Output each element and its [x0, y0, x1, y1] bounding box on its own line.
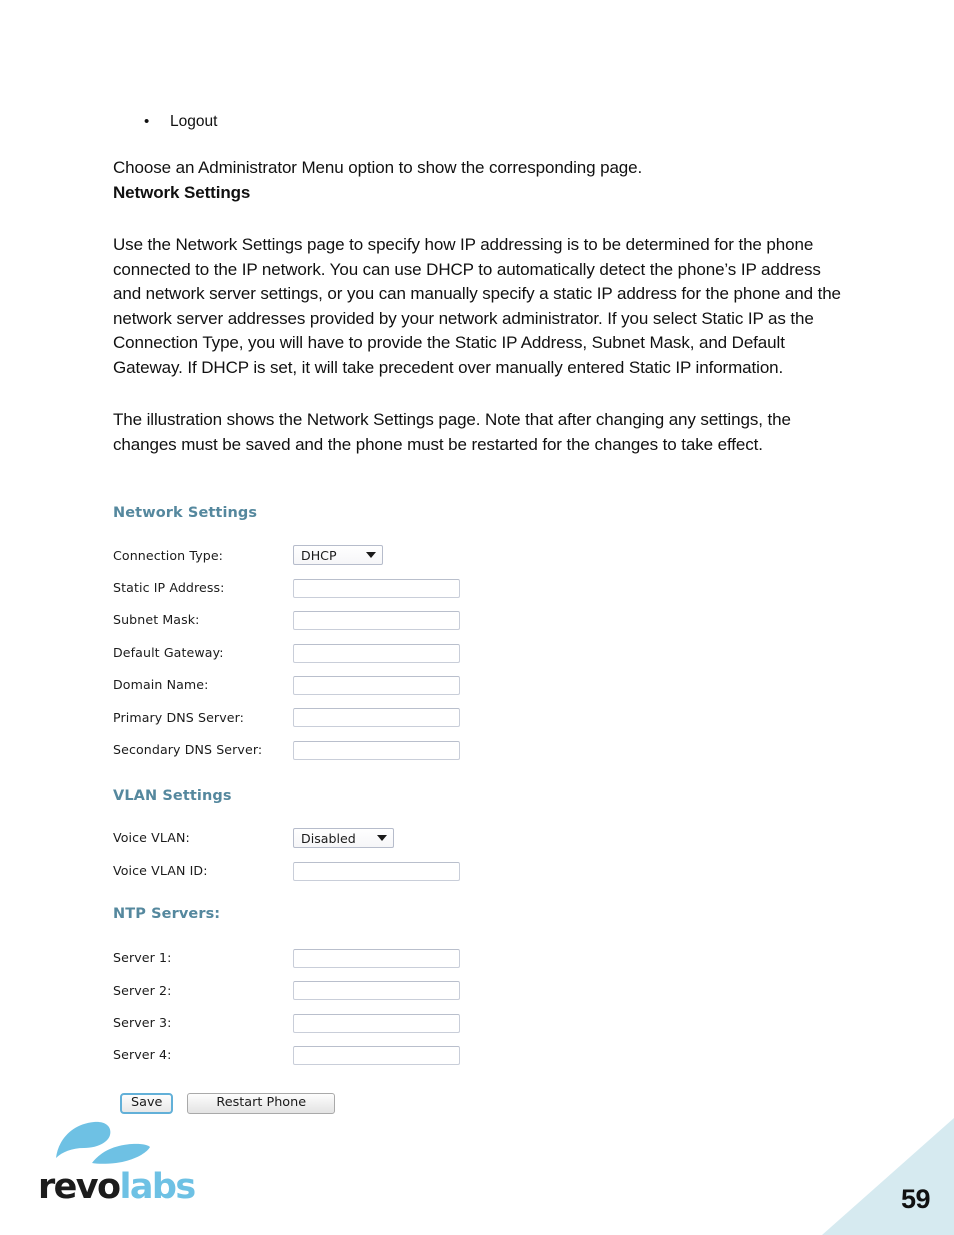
connection-type-value: DHCP [301, 547, 337, 563]
secondary-dns-server-field [293, 739, 513, 760]
ntp-server-1-label: Server 1: [113, 950, 172, 966]
bullet-dot-icon: • [144, 113, 150, 130]
default-gateway-label: Default Gateway: [113, 644, 224, 660]
secondary-dns-server-label: Secondary DNS Server: [113, 742, 263, 758]
form-row-connection-type: Connection Type: DHCP [113, 539, 513, 571]
static-ip-address-field [293, 577, 513, 598]
revolabs-wordmark: revolabs [38, 1167, 196, 1207]
body-paragraph-1: Use the Network Settings page to specify… [113, 235, 841, 377]
document-text-block: • Logout Choose an Administrator Menu op… [113, 0, 853, 457]
network-settings-screenshot: Network Settings Connection Type: DHCP S… [113, 505, 513, 1115]
default-gateway-field [293, 642, 513, 663]
intro-paragraph: Choose an Administrator Menu option to s… [113, 158, 643, 177]
ntp-server-3-input[interactable] [293, 1013, 460, 1033]
restart-phone-button[interactable]: Restart Phone [187, 1093, 336, 1115]
connection-type-select[interactable]: DHCP [293, 545, 383, 566]
network-settings-heading: Network Settings [113, 505, 258, 521]
default-gateway-input[interactable] [293, 643, 460, 663]
bullet-list: • Logout [113, 112, 853, 132]
domain-name-label: Domain Name: [113, 677, 209, 693]
ntp-server-1-field [293, 947, 513, 968]
ntp-server-2-input[interactable] [293, 981, 460, 1001]
form-row-subnet-mask: Subnet Mask: [113, 604, 513, 636]
form-row-voice-vlan: Voice VLAN: Disabled [113, 822, 513, 854]
body-paragraph-2: The illustration shows the Network Setti… [113, 410, 791, 454]
form-row-static-ip-address: Static IP Address: [113, 571, 513, 603]
primary-dns-server-label: Primary DNS Server: [113, 709, 245, 725]
logo-text-revo: revo [38, 1167, 121, 1207]
ntp-server-4-field [293, 1045, 513, 1066]
domain-name-field [293, 675, 513, 695]
form-row-ntp-server-2: Server 2: [113, 974, 513, 1006]
form-row-ntp-server-3: Server 3: [113, 1006, 513, 1038]
primary-dns-server-field [293, 707, 513, 728]
voice-vlan-label: Voice VLAN: [113, 830, 190, 846]
ntp-server-1-input[interactable] [293, 948, 460, 968]
ntp-server-2-label: Server 2: [113, 982, 172, 998]
subnet-mask-input[interactable] [293, 611, 460, 631]
chevron-down-icon [377, 835, 387, 842]
voice-vlan-value: Disabled [301, 830, 356, 846]
voice-vlan-id-label: Voice VLAN ID: [113, 862, 208, 878]
secondary-dns-server-input[interactable] [293, 740, 460, 760]
ntp-server-3-field [293, 1012, 513, 1033]
vlan-settings-heading: VLAN Settings [113, 787, 232, 804]
subnet-mask-field [293, 610, 513, 631]
ntp-server-4-input[interactable] [293, 1046, 460, 1066]
page-title: Network Settings [113, 182, 251, 202]
connection-type-field: DHCP [293, 545, 513, 566]
form-actions: Save Restart Phone [113, 1093, 513, 1115]
ntp-server-4-label: Server 4: [113, 1047, 172, 1063]
static-ip-address-label: Static IP Address: [113, 580, 225, 596]
ntp-servers-heading: NTP Servers: [113, 905, 221, 922]
form-row-secondary-dns-server: Secondary DNS Server: [113, 733, 513, 765]
ntp-server-2-field [293, 980, 513, 1001]
form-row-domain-name: Domain Name: [113, 669, 513, 701]
form-row-ntp-server-1: Server 1: [113, 942, 513, 974]
list-item: • Logout [113, 112, 853, 132]
form-row-default-gateway: Default Gateway: [113, 636, 513, 668]
domain-name-input[interactable] [293, 676, 460, 695]
form-row-ntp-server-4: Server 4: [113, 1039, 513, 1071]
list-item-label: Logout [170, 113, 218, 130]
static-ip-address-input[interactable] [293, 578, 460, 598]
form-row-primary-dns-server: Primary DNS Server: [113, 701, 513, 733]
primary-dns-server-input[interactable] [293, 708, 460, 728]
ntp-server-3-label: Server 3: [113, 1014, 172, 1030]
logo-text-labs: labs [119, 1167, 196, 1207]
corner-accent-triangle [822, 1118, 954, 1235]
voice-vlan-id-field [293, 860, 513, 881]
subnet-mask-label: Subnet Mask: [113, 612, 200, 628]
voice-vlan-id-input[interactable] [293, 861, 460, 881]
save-button[interactable]: Save [120, 1093, 174, 1115]
page-number: 59 [900, 1184, 931, 1214]
revolabs-logo: revolabs [38, 1118, 196, 1218]
voice-vlan-field: Disabled [293, 828, 513, 849]
form-row-voice-vlan-id: Voice VLAN ID: [113, 854, 513, 886]
connection-type-label: Connection Type: [113, 547, 224, 563]
chevron-down-icon [366, 552, 376, 559]
voice-vlan-select[interactable]: Disabled [293, 828, 394, 849]
revolabs-bird-icon [56, 1121, 150, 1164]
